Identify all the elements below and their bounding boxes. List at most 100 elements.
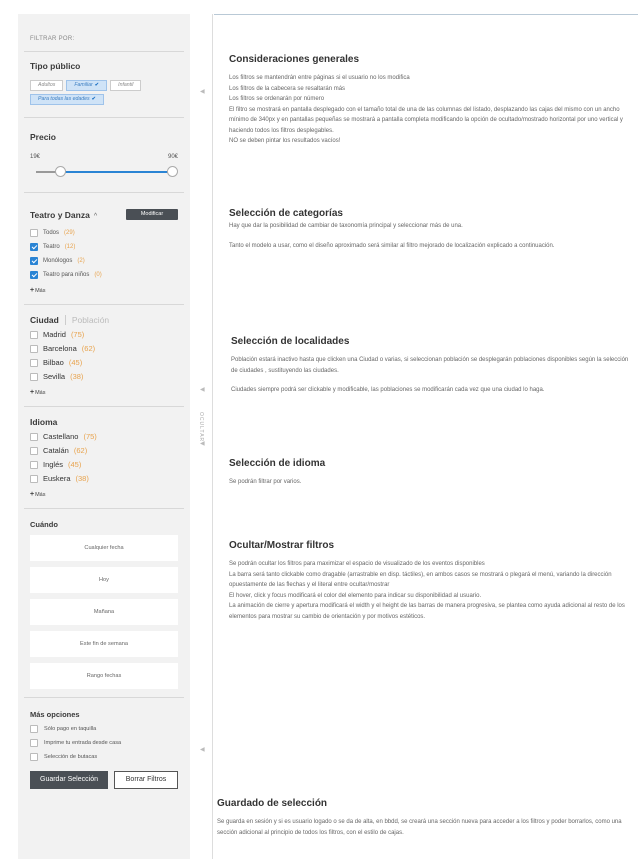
- paragraph: Tanto el modelo a usar, como el diseño a…: [229, 242, 555, 249]
- paragraph: Se guarda en sesión y si es usuario loga…: [217, 819, 622, 836]
- option-label: Sevilla: [43, 372, 66, 381]
- slider-handle-max[interactable]: [167, 166, 178, 177]
- checkbox[interactable]: [30, 474, 38, 483]
- plus-icon: +: [30, 287, 35, 294]
- save-selection-button[interactable]: Guardar Selección: [30, 771, 108, 789]
- chip-infantil[interactable]: Infantil: [110, 80, 142, 91]
- option-count: (29): [64, 230, 75, 236]
- tipo-publico-chips: Adultos Familiar ✔ Infantil Para todas la…: [30, 80, 178, 105]
- section-title: Consideraciones generales: [229, 54, 360, 65]
- price-max: 90€: [167, 154, 178, 160]
- arrow-left-icon[interactable]: ◀: [200, 386, 205, 393]
- arrow-left-icon[interactable]: ◀: [200, 440, 205, 447]
- checkbox[interactable]: [30, 725, 38, 733]
- precio-section: Precio 19€ 90€: [18, 118, 190, 192]
- collapse-rail[interactable]: ◀ ◀ OCULTAR ◀ ◀: [196, 14, 214, 859]
- tipo-publico-section: Tipo público Adultos Familiar ✔ Infantil …: [18, 52, 190, 117]
- plus-icon: +: [30, 491, 35, 498]
- checkbox[interactable]: [30, 372, 38, 381]
- paragraph: La barra será tanto clickable como draga…: [229, 571, 612, 589]
- checkbox[interactable]: [30, 753, 38, 761]
- tab-poblacion[interactable]: Población: [72, 315, 109, 325]
- option-label: Inglés: [43, 460, 64, 469]
- option-label: Imprime tu entrada desde casa: [44, 740, 122, 746]
- checkbox[interactable]: [30, 243, 38, 251]
- filter-actions: Guardar Selección Borrar Filtros: [30, 771, 178, 789]
- option-count: (62): [81, 344, 96, 353]
- slider-handle-min[interactable]: [54, 166, 66, 177]
- checkbox[interactable]: [30, 460, 38, 469]
- chip-label: Familiar: [74, 82, 93, 88]
- paragraph: Hay que dar la posibilidad de cambiar de…: [229, 223, 463, 229]
- checkbox[interactable]: [30, 330, 38, 339]
- checkbox[interactable]: [30, 229, 38, 237]
- more-link[interactable]: +Más: [30, 287, 178, 294]
- arrow-left-icon[interactable]: ◀: [200, 746, 205, 753]
- chip-todas-edades[interactable]: Para todas las edades ✔: [30, 94, 104, 105]
- checkbox[interactable]: [30, 739, 38, 747]
- more-link[interactable]: +Más: [30, 389, 178, 396]
- option-label: Sólo pago en taquilla: [44, 726, 97, 732]
- modify-button[interactable]: Modificar: [126, 208, 178, 220]
- precio-title: Precio: [30, 132, 56, 142]
- checkbox[interactable]: [30, 257, 38, 265]
- chip-adultos[interactable]: Adultos: [30, 80, 64, 91]
- checkbox-barcelona[interactable]: Barcelona (62): [30, 344, 178, 353]
- chip-familiar[interactable]: Familiar ✔: [66, 80, 108, 91]
- date-range-button[interactable]: Rango fechas: [30, 663, 178, 689]
- teatro-toggle[interactable]: Teatro y Danza ^: [30, 205, 97, 223]
- cuando-section: Cuándo Cualquier fecha Hoy Mañana Este f…: [18, 509, 190, 697]
- checkbox-todos[interactable]: Todos (29): [30, 229, 178, 237]
- checkbox-teatro-ninos[interactable]: Teatro para niños (0): [30, 271, 178, 279]
- checkbox[interactable]: [30, 344, 38, 353]
- date-any-button[interactable]: Cualquier fecha: [30, 535, 178, 561]
- option-count: (12): [64, 244, 76, 250]
- clear-filters-button[interactable]: Borrar Filtros: [114, 771, 178, 789]
- tab-ciudad[interactable]: Ciudad: [30, 315, 59, 325]
- paragraph: Población estará inactivo hasta que clic…: [231, 357, 629, 374]
- option-label: Castellano: [43, 432, 79, 441]
- checkbox-ingles[interactable]: Inglés (45): [30, 460, 178, 469]
- checkbox[interactable]: [30, 271, 38, 279]
- checkbox[interactable]: [30, 446, 38, 455]
- checkbox-imprime-entrada[interactable]: Imprime tu entrada desde casa: [30, 739, 178, 747]
- checkbox[interactable]: [30, 358, 38, 367]
- checkbox-euskera[interactable]: Euskera (38): [30, 474, 178, 483]
- checkbox-sevilla[interactable]: Sevilla (38): [30, 372, 178, 381]
- checkbox-pago-taquilla[interactable]: Sólo pago en taquilla: [30, 725, 178, 733]
- tipo-publico-title: Tipo público: [30, 61, 81, 71]
- price-slider[interactable]: [30, 166, 178, 178]
- checkbox-castellano[interactable]: Castellano (75): [30, 432, 178, 441]
- arrow-left-icon[interactable]: ◀: [200, 88, 205, 95]
- teatro-title: Teatro y Danza: [30, 210, 90, 220]
- checkbox[interactable]: [30, 432, 38, 441]
- option-count: (38): [70, 372, 84, 381]
- hide-filters-label[interactable]: OCULTAR: [198, 412, 204, 442]
- checkbox-monologos[interactable]: Monólogos (2): [30, 257, 178, 265]
- section-localidades: Selección de localidades Población estar…: [231, 336, 636, 396]
- checkbox-bilbao[interactable]: Bilbao (45): [30, 358, 178, 367]
- date-tomorrow-button[interactable]: Mañana: [30, 599, 178, 625]
- cuando-title: Cuándo: [30, 520, 58, 529]
- paragraph: Los filtros de la cabecera se resaltarán…: [229, 85, 346, 92]
- paragraph: La animación de cierre y apertura modifi…: [229, 603, 625, 620]
- more-link[interactable]: +Más: [30, 491, 178, 498]
- option-count: (2): [77, 258, 85, 264]
- date-weekend-button[interactable]: Este fin de semana: [30, 631, 178, 657]
- checkbox-seleccion-butacas[interactable]: Selección de butacas: [30, 753, 178, 761]
- checkbox-teatro[interactable]: Teatro (12): [30, 243, 178, 251]
- section-ocultar-mostrar: Ocultar/Mostrar filtros Se podrán oculta…: [229, 540, 634, 622]
- spec-content: Consideraciones generales Los filtros se…: [214, 14, 638, 859]
- more-label: Más: [35, 390, 46, 396]
- chip-label: Adultos: [38, 82, 56, 88]
- teatro-header: Teatro y Danza ^ Modificar: [30, 205, 178, 223]
- section-guardado: Guardado de selección Se guarda en sesió…: [217, 798, 635, 838]
- date-today-button[interactable]: Hoy: [30, 567, 178, 593]
- option-label: Barcelona: [43, 344, 77, 353]
- checkbox-madrid[interactable]: Madrid (75): [30, 330, 178, 339]
- section-title: Ocultar/Mostrar filtros: [229, 540, 335, 551]
- section-categorias: Selección de categorías Hay que dar la p…: [229, 208, 634, 251]
- checkbox-catalan[interactable]: Catalán (62): [30, 446, 178, 455]
- teatro-section: Teatro y Danza ^ Modificar Todos (29) Teat…: [18, 193, 190, 304]
